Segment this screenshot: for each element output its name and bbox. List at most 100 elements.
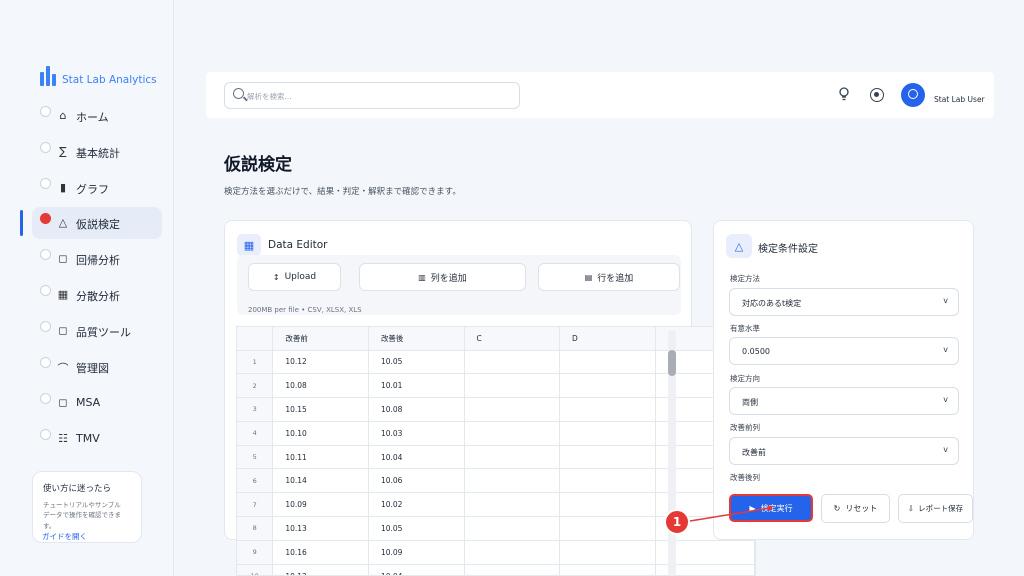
table-cell[interactable] bbox=[559, 445, 656, 470]
sidebar-item-msa[interactable]: ◻ MSA bbox=[32, 387, 162, 419]
table-cell[interactable]: 10.05 bbox=[368, 350, 465, 375]
table-cell[interactable] bbox=[559, 468, 656, 494]
alpha-label: 有意水準 bbox=[730, 324, 760, 333]
table-cell[interactable] bbox=[464, 492, 561, 518]
brand-name: Stat Lab Analytics bbox=[62, 74, 157, 86]
table-cell[interactable] bbox=[464, 350, 561, 375]
triangle-icon: △ bbox=[58, 216, 68, 229]
table-cell[interactable] bbox=[559, 373, 656, 399]
search-box[interactable] bbox=[224, 82, 520, 109]
table-cell[interactable]: 10.09 bbox=[272, 492, 369, 518]
table-cell[interactable]: 10.15 bbox=[272, 397, 369, 422]
table-cell[interactable]: 10.06 bbox=[368, 468, 465, 494]
add-column-button[interactable]: ▥ 列を追加 bbox=[359, 263, 526, 291]
row-number: 9 bbox=[237, 540, 274, 565]
table-cell[interactable] bbox=[464, 516, 561, 541]
table-cell[interactable]: 10.10 bbox=[272, 421, 369, 446]
direction-select[interactable]: 両側 v bbox=[729, 387, 959, 415]
table-cell[interactable]: 10.16 bbox=[272, 540, 369, 565]
sidebar-item-quality-tools[interactable]: ◻ 品質ツール bbox=[32, 315, 162, 347]
column-header[interactable]: D bbox=[559, 327, 656, 351]
sidebar-item-regression[interactable]: ◻ 回帰分析 bbox=[32, 243, 162, 275]
table-cell[interactable]: 10.04 bbox=[368, 564, 465, 575]
table-cell[interactable] bbox=[559, 516, 656, 541]
nav-dot bbox=[40, 106, 51, 117]
scrollbar-thumb[interactable] bbox=[668, 350, 676, 376]
search-input[interactable] bbox=[247, 88, 507, 104]
table-cell[interactable]: 10.02 bbox=[368, 492, 465, 518]
sidebar-item-control-chart[interactable]: ⌒ 管理図 bbox=[32, 351, 162, 383]
row-number: 10 bbox=[237, 564, 274, 575]
sidebar-item-anova[interactable]: ▦ 分散分析 bbox=[32, 279, 162, 311]
column-header[interactable]: 改善後 bbox=[368, 327, 465, 351]
help-text: チュートリアルやサンプル bbox=[43, 501, 121, 509]
brand-logo[interactable]: Stat Lab Analytics bbox=[40, 66, 157, 86]
add-column-label: 列を追加 bbox=[430, 273, 467, 284]
add-row-button[interactable]: ▤ 行を追加 bbox=[538, 263, 680, 291]
column-header[interactable]: 改善前 bbox=[272, 327, 369, 351]
top-header: Stat Lab User bbox=[206, 72, 994, 118]
table-cell[interactable] bbox=[464, 421, 561, 446]
row-number: 5 bbox=[237, 445, 274, 470]
table-cell[interactable] bbox=[464, 540, 561, 565]
direction-label: 検定方向 bbox=[730, 374, 760, 383]
target-icon[interactable] bbox=[870, 88, 884, 102]
table-cell[interactable]: 10.08 bbox=[368, 397, 465, 422]
save-report-button[interactable]: ⇩ レポート保存 bbox=[898, 494, 973, 523]
table-cell[interactable] bbox=[464, 564, 561, 575]
reset-label: リセット bbox=[845, 504, 878, 513]
table-cell[interactable]: 10.08 bbox=[272, 373, 369, 399]
table-cell[interactable]: 10.04 bbox=[368, 445, 465, 470]
table-cell[interactable]: 10.03 bbox=[368, 421, 465, 446]
table-cell[interactable]: 10.11 bbox=[272, 445, 369, 470]
active-indicator bbox=[20, 210, 23, 236]
guide-link[interactable]: ガイドを開く bbox=[42, 531, 87, 542]
table-cell[interactable] bbox=[464, 445, 561, 470]
reset-button[interactable]: ↻ リセット bbox=[821, 494, 890, 523]
run-test-button[interactable]: ▶ 検定実行 bbox=[729, 494, 813, 522]
table-cell[interactable]: 10.12 bbox=[272, 564, 369, 575]
table-cell[interactable] bbox=[559, 492, 656, 518]
sidebar-item-home[interactable]: ⌂ ホーム bbox=[32, 100, 162, 132]
before-column-select[interactable]: 改善前 v bbox=[729, 437, 959, 465]
table-cell[interactable]: 10.12 bbox=[272, 350, 369, 375]
nav-dot bbox=[40, 178, 51, 189]
table-cell[interactable] bbox=[559, 350, 656, 375]
table-cell[interactable]: 10.01 bbox=[368, 373, 465, 399]
sidebar-item-hypothesis-test[interactable]: △ 仮説検定 bbox=[32, 207, 162, 239]
lightbulb-icon[interactable] bbox=[838, 87, 850, 101]
table-cell[interactable] bbox=[559, 421, 656, 446]
table-cell[interactable] bbox=[464, 468, 561, 494]
help-title: 使い方に迷ったら bbox=[43, 484, 112, 494]
table-cell[interactable] bbox=[464, 397, 561, 422]
alpha-value: 0.0500 bbox=[742, 347, 770, 356]
column-header[interactable]: C bbox=[464, 327, 561, 351]
home-icon: ⌂ bbox=[59, 109, 67, 122]
table-cell[interactable]: 10.13 bbox=[272, 516, 369, 541]
sidebar-item-tmv[interactable]: ☷ TMV bbox=[32, 423, 162, 455]
data-table[interactable]: 改善前 改善後 C D 1 10.12 10.05 2 10.08 10.01 3 10.15… bbox=[236, 326, 756, 576]
sidebar-item-basic-stats[interactable]: ∑ 基本統計 bbox=[32, 136, 162, 168]
method-select[interactable]: 対応のあるt検定 v bbox=[729, 288, 959, 316]
table-row: 6 10.14 10.06 bbox=[237, 468, 755, 494]
method-value: 対応のあるt検定 bbox=[742, 299, 802, 308]
table-row: 1010.1210.04 bbox=[237, 564, 755, 575]
columns-icon: ▥ bbox=[418, 272, 426, 282]
avatar[interactable] bbox=[901, 83, 925, 107]
table-cell[interactable]: 10.05 bbox=[368, 516, 465, 541]
nav-dot bbox=[40, 429, 51, 440]
table-cell[interactable] bbox=[559, 564, 656, 575]
nav-dot bbox=[40, 249, 51, 260]
upload-button[interactable]: ↕ Upload bbox=[248, 263, 341, 291]
table-cell[interactable]: 10.09 bbox=[368, 540, 465, 565]
table-cell[interactable] bbox=[559, 540, 656, 565]
table-row: 3 10.15 10.08 bbox=[237, 397, 755, 422]
data-editor-title: Data Editor bbox=[268, 239, 328, 251]
table-cell[interactable]: 10.14 bbox=[272, 468, 369, 494]
table-row: 1 10.12 10.05 bbox=[237, 350, 755, 375]
alpha-select[interactable]: 0.0500 v bbox=[729, 337, 959, 365]
sidebar-item-graph[interactable]: ▮ グラフ bbox=[32, 172, 162, 204]
table-cell[interactable] bbox=[464, 373, 561, 399]
sidebar-item-label: ホーム bbox=[76, 111, 109, 124]
table-cell[interactable] bbox=[559, 397, 656, 422]
